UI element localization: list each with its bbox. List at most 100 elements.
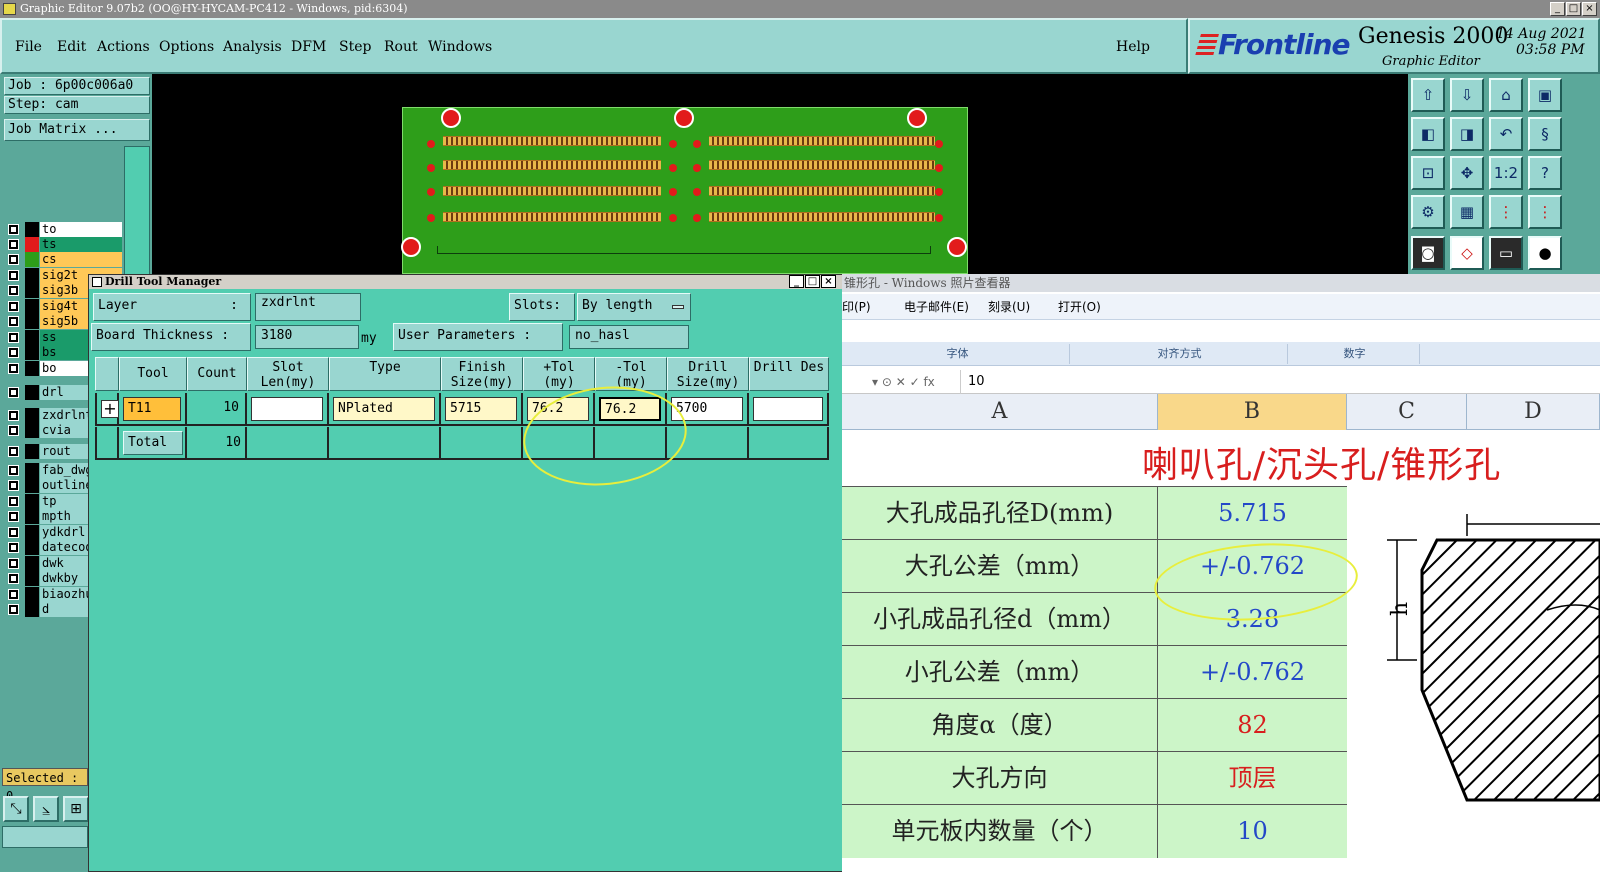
sheet-cell-label[interactable]: 小孔成品孔径d（mm） bbox=[842, 593, 1158, 646]
viewer-menu-open[interactable]: 打开(O) bbox=[1058, 294, 1101, 320]
dtm-close-button[interactable]: × bbox=[821, 275, 836, 288]
window-icon[interactable]: ▣ bbox=[1528, 78, 1562, 112]
viewer-menu-print[interactable]: 印(P) bbox=[842, 294, 871, 320]
layer-checkbox[interactable] bbox=[8, 363, 19, 374]
draw-icon[interactable]: ◇ bbox=[1450, 236, 1484, 270]
sheet-cell-value[interactable]: 82 bbox=[1158, 699, 1347, 752]
layer-row-to[interactable]: to bbox=[4, 222, 122, 237]
ribbon-group-align[interactable]: 对齐方式 bbox=[1072, 344, 1288, 364]
pan-icon[interactable]: ✥ bbox=[1450, 156, 1484, 190]
import-icon[interactable]: ⇩ bbox=[1450, 78, 1484, 112]
point-icon[interactable]: ● bbox=[1528, 236, 1562, 270]
layer-checkbox[interactable] bbox=[8, 316, 19, 327]
measure-tool-icon[interactable]: ⦥ bbox=[33, 796, 59, 822]
layer-checkbox[interactable] bbox=[8, 410, 19, 421]
grid-icon[interactable]: ▦ bbox=[1450, 195, 1484, 229]
sheet-cell-label[interactable]: 小孔公差（mm） bbox=[842, 646, 1158, 699]
zoom-tool-icon[interactable]: ⤡ bbox=[3, 796, 29, 822]
formula-value[interactable]: 10 bbox=[968, 370, 985, 394]
sheet-cell-label[interactable]: 角度α（度） bbox=[842, 699, 1158, 752]
move-left-icon[interactable]: ◧ bbox=[1411, 117, 1445, 151]
layer-checkbox[interactable] bbox=[8, 589, 19, 600]
layer-checkbox[interactable] bbox=[8, 387, 19, 398]
dtm-maximize-button[interactable]: □ bbox=[805, 275, 820, 288]
sheet-cell-label[interactable]: 大孔成品孔径D(mm) bbox=[842, 487, 1158, 540]
user-parameters-field[interactable]: no_hasl bbox=[569, 325, 689, 349]
col-header-8[interactable]: Drill Size(my) bbox=[667, 357, 749, 391]
sheet-cell-value[interactable]: +/-0.762 bbox=[1158, 646, 1347, 699]
layer-checkbox[interactable] bbox=[8, 347, 19, 358]
ribbon-group-font[interactable]: 字体 bbox=[846, 344, 1070, 364]
col-header-4[interactable]: Type bbox=[329, 357, 441, 391]
dtm-minimize-button[interactable]: _ bbox=[789, 275, 804, 288]
col-header-3[interactable]: Slot Len(my) bbox=[247, 357, 329, 391]
layer-field[interactable]: zxdrlnt bbox=[255, 293, 361, 321]
zoom-fit-icon[interactable]: ⊡ bbox=[1411, 156, 1445, 190]
layer-row-ts[interactable]: ts bbox=[4, 237, 122, 252]
col-header-2[interactable]: Count bbox=[187, 357, 247, 391]
col-header-a[interactable]: A bbox=[842, 394, 1158, 430]
layer-checkbox[interactable] bbox=[8, 301, 19, 312]
col-header-5[interactable]: Finish Size(my) bbox=[441, 357, 523, 391]
col-header-b[interactable]: B bbox=[1158, 394, 1347, 430]
menu-file[interactable]: File bbox=[15, 39, 42, 55]
job-matrix-button[interactable]: Job Matrix ... bbox=[4, 119, 150, 141]
col-header-9[interactable]: Drill Des bbox=[749, 357, 829, 391]
layer-checkbox[interactable] bbox=[8, 254, 19, 265]
menu-edit[interactable]: Edit bbox=[57, 39, 86, 55]
move-right-icon[interactable]: ◨ bbox=[1450, 117, 1484, 151]
layer-checkbox[interactable] bbox=[8, 332, 19, 343]
sheet-cell-value[interactable]: 顶层 bbox=[1158, 752, 1347, 805]
layer-checkbox[interactable] bbox=[8, 558, 19, 569]
layer-checkbox[interactable] bbox=[8, 480, 19, 491]
grid-tool-icon[interactable]: ⊞ bbox=[63, 796, 89, 822]
layer-red-alt-icon[interactable]: ⋮ bbox=[1528, 195, 1562, 229]
layer-checkbox[interactable] bbox=[8, 604, 19, 615]
help-icon[interactable]: ? bbox=[1528, 156, 1562, 190]
menu-windows[interactable]: Windows bbox=[428, 39, 492, 55]
layer-checkbox[interactable] bbox=[8, 496, 19, 507]
board-thickness-field[interactable]: 3180 bbox=[255, 325, 359, 349]
layer-checkbox[interactable] bbox=[8, 285, 19, 296]
layer-checkbox[interactable] bbox=[8, 573, 19, 584]
viewer-menu-burn[interactable]: 刻录(U) bbox=[988, 294, 1030, 320]
menu-actions[interactable]: Actions bbox=[97, 39, 150, 55]
layer-checkbox[interactable] bbox=[8, 425, 19, 436]
layer-checkbox[interactable] bbox=[8, 542, 19, 553]
layer-checkbox[interactable] bbox=[8, 270, 19, 281]
sheet-cell-value[interactable]: 10 bbox=[1158, 805, 1347, 858]
col-header-d[interactable]: D bbox=[1467, 394, 1600, 430]
tool-finish-field[interactable]: 5715 bbox=[445, 397, 517, 421]
menu-help[interactable]: Help bbox=[1116, 39, 1150, 55]
menu-options[interactable]: Options bbox=[159, 39, 214, 55]
expand-row-icon[interactable]: + bbox=[101, 400, 119, 418]
graphics-canvas[interactable] bbox=[152, 74, 1408, 274]
export-icon[interactable]: ⇧ bbox=[1411, 78, 1445, 112]
tool-des-field[interactable] bbox=[753, 397, 823, 421]
home-icon[interactable]: ⌂ bbox=[1489, 78, 1523, 112]
tool-tool-field[interactable]: T11 bbox=[123, 397, 181, 421]
snapshot-icon[interactable]: ◙ bbox=[1411, 236, 1445, 270]
sheet-cell-label[interactable]: 大孔公差（mm） bbox=[842, 540, 1158, 593]
settings-icon[interactable]: ⚙ bbox=[1411, 195, 1445, 229]
menu-rout[interactable]: Rout bbox=[384, 39, 418, 55]
layer-checkbox[interactable] bbox=[8, 239, 19, 250]
col-header-6[interactable]: +Tol (my) bbox=[523, 357, 595, 391]
ribbon-group-number[interactable]: 数字 bbox=[1290, 344, 1420, 364]
undo-icon[interactable]: ↶ bbox=[1489, 117, 1523, 151]
menu-step[interactable]: Step bbox=[339, 39, 371, 55]
sheet-cell-label[interactable]: 单元板内数量（个） bbox=[842, 805, 1158, 858]
tool-type-field[interactable]: NPlated bbox=[333, 397, 435, 421]
layer-checkbox[interactable] bbox=[8, 224, 19, 235]
layer-checkbox[interactable] bbox=[8, 446, 19, 457]
layer-checkbox[interactable] bbox=[8, 511, 19, 522]
slots-dropdown[interactable]: By length bbox=[577, 293, 691, 321]
close-button[interactable]: × bbox=[1582, 2, 1597, 16]
layer-red-icon[interactable]: ⋮ bbox=[1489, 195, 1523, 229]
ruler-icon[interactable]: ▭ bbox=[1489, 236, 1523, 270]
tool-slot_len-field[interactable] bbox=[251, 397, 323, 421]
layer-row-cs[interactable]: cs bbox=[4, 252, 122, 267]
menu-dfm[interactable]: DFM bbox=[291, 39, 326, 55]
user-parameters-button[interactable]: User Parameters : bbox=[393, 323, 563, 351]
maximize-button[interactable]: □ bbox=[1566, 2, 1581, 16]
